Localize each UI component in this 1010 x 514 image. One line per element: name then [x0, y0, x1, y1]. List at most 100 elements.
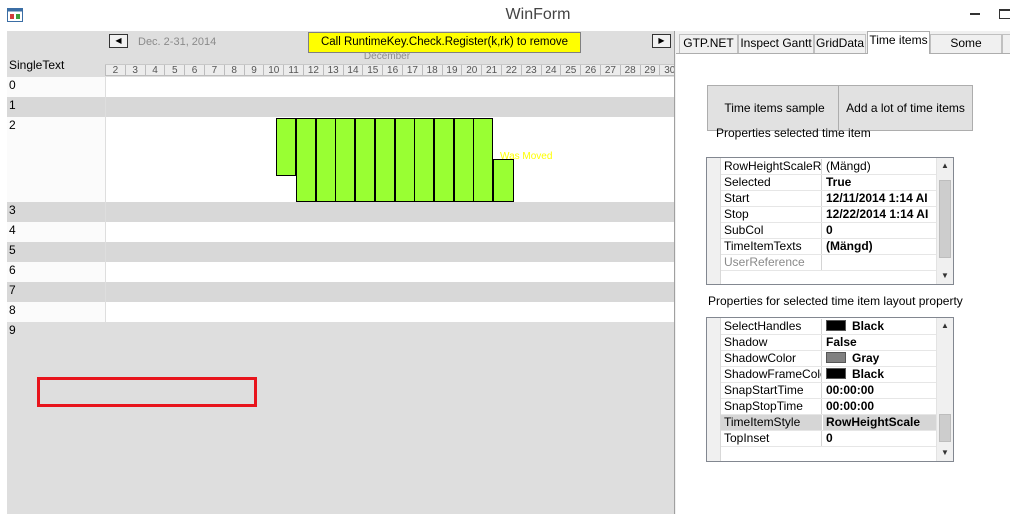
property-row[interactable]: SelectHandles Black [721, 319, 936, 335]
time-item-bar[interactable] [473, 118, 494, 202]
time-item-bar[interactable] [493, 159, 514, 202]
tab-inspect-gantt[interactable]: Inspect Gantt [738, 34, 814, 53]
property-name: ShadowColor [721, 351, 822, 366]
property-value[interactable]: 12/11/2014 1:14 AI [823, 191, 936, 206]
property-name: SnapStopTime [721, 399, 822, 414]
maximize-button[interactable] [995, 0, 1010, 27]
scroll-thumb[interactable] [939, 180, 951, 258]
tab-gtp-net[interactable]: GTP.NET [679, 34, 738, 53]
property-row[interactable]: TimeItemTexts (Mängd) [721, 239, 936, 255]
day-label: 20 [461, 65, 481, 76]
tab-griddata[interactable]: GridData [814, 34, 866, 53]
day-label: 8 [223, 65, 244, 76]
row-track[interactable] [106, 322, 674, 514]
property-name: TimeItemStyle [721, 415, 822, 430]
property-value[interactable]: Black [823, 319, 936, 334]
row-track[interactable] [106, 302, 674, 322]
row-track[interactable] [106, 97, 674, 117]
property-row[interactable]: Selected True [721, 175, 936, 191]
time-item-bar[interactable] [315, 118, 336, 202]
scroll-up-icon[interactable]: ▲ [937, 318, 953, 334]
property-row[interactable]: Stop 12/22/2014 1:14 AI [721, 207, 936, 223]
property-value[interactable]: 12/22/2014 1:14 AI [823, 207, 936, 222]
time-item-bar[interactable] [335, 118, 356, 202]
gantt-row[interactable]: 4 [7, 222, 674, 242]
day-label: 18 [421, 65, 442, 76]
gantt-row[interactable]: 6 [7, 262, 674, 282]
gantt-row[interactable]: 8 [7, 302, 674, 322]
time-item-bar[interactable] [296, 118, 316, 202]
property-value-text: 0 [826, 223, 833, 237]
tab-overflow[interactable] [1002, 34, 1010, 53]
property-value-text: 12/22/2014 1:14 AI [826, 207, 929, 221]
scroll-thumb[interactable] [939, 414, 951, 442]
property-value[interactable]: (Mängd) [823, 159, 936, 174]
property-name: UserReference [721, 255, 822, 270]
time-item-text: Was Moved [500, 151, 553, 162]
property-value[interactable]: Gray [823, 351, 936, 366]
time-item-bar[interactable] [374, 118, 395, 202]
time-item-bar[interactable] [433, 118, 454, 202]
property-row[interactable]: UserReference [721, 255, 936, 271]
property-value[interactable]: 00:00:00 [823, 399, 936, 414]
row-track[interactable] [106, 222, 674, 242]
property-value-text: Gray [852, 351, 880, 365]
gantt-chart[interactable]: ◀ Dec. 2-31, 2014 Call RuntimeKey.Check.… [7, 31, 674, 514]
color-swatch-icon [826, 352, 846, 363]
gantt-row[interactable]: 7 [7, 282, 674, 302]
row-track[interactable] [106, 242, 674, 262]
property-value[interactable] [823, 255, 936, 270]
property-row[interactable]: RowHeightScaleRe (Mängd) [721, 159, 936, 175]
gantt-row[interactable]: 0 [7, 77, 674, 97]
property-row[interactable]: SubCol 0 [721, 223, 936, 239]
tab-some-events[interactable]: Some events [930, 34, 1002, 67]
property-value[interactable]: False [823, 335, 936, 350]
property-row[interactable]: SnapStopTime 00:00:00 [721, 399, 936, 415]
property-row[interactable]: TimeItemStyle RowHeightScale [721, 415, 936, 431]
gantt-row[interactable]: 5 [7, 242, 674, 262]
property-value[interactable]: Black [823, 367, 936, 382]
gantt-row[interactable]: 3 [7, 202, 674, 222]
row-track[interactable] [106, 262, 674, 282]
minimize-button[interactable] [955, 0, 995, 27]
day-label: 11 [283, 65, 303, 76]
time-item-bar[interactable] [453, 118, 474, 202]
time-item-bar[interactable] [414, 118, 435, 202]
property-row[interactable]: Start 12/11/2014 1:14 AI [721, 191, 936, 207]
property-value[interactable]: 00:00:00 [823, 383, 936, 398]
register-banner: Call RuntimeKey.Check.Register(k,rk) to … [308, 32, 581, 53]
property-value[interactable]: True [823, 175, 936, 190]
property-row[interactable]: ShadowColor Gray [721, 351, 936, 367]
time-item-bar[interactable] [276, 118, 296, 176]
time-items-sample-button[interactable]: Time items sample [707, 85, 842, 131]
tab-time-items[interactable]: Time items [867, 31, 930, 54]
arrow-right-icon: ▶ [658, 36, 665, 45]
time-item-bar[interactable] [355, 118, 376, 202]
day-label: 13 [322, 65, 343, 76]
scroll-up-icon[interactable]: ▲ [937, 158, 953, 174]
row-track[interactable] [106, 282, 674, 302]
property-value[interactable]: 0 [823, 223, 936, 238]
property-value[interactable]: RowHeightScale [823, 415, 936, 430]
add-time-items-button[interactable]: Add a lot of time items [838, 85, 973, 131]
property-row[interactable]: ShadowFrameColor Black [721, 367, 936, 383]
property-row[interactable]: SnapStartTime 00:00:00 [721, 383, 936, 399]
property-row[interactable]: TopInset 0 [721, 431, 936, 447]
layout-grid-scrollbar[interactable]: ▲ ▼ [936, 318, 953, 461]
property-name: SubCol [721, 223, 822, 238]
scroll-down-icon[interactable]: ▼ [937, 268, 953, 284]
property-row[interactable]: Shadow False [721, 335, 936, 351]
gantt-row[interactable]: 1 [7, 97, 674, 117]
gantt-row[interactable]: 9 [7, 322, 674, 514]
property-grid-scrollbar[interactable]: ▲ ▼ [936, 158, 953, 284]
scroll-down-icon[interactable]: ▼ [937, 445, 953, 461]
previous-period-button[interactable]: ◀ [109, 34, 128, 48]
property-value[interactable]: (Mängd) [823, 239, 936, 254]
time-item-bar[interactable] [394, 118, 415, 202]
row-track[interactable] [106, 77, 674, 97]
time-item-property-grid[interactable]: RowHeightScaleRe (Mängd) Selected True Start… [706, 157, 954, 285]
layout-property-grid[interactable]: SelectHandles Black Shadow False ShadowColor… [706, 317, 954, 462]
property-value[interactable]: 0 [823, 431, 936, 446]
next-period-button[interactable]: ▶ [652, 34, 671, 48]
row-track[interactable] [106, 202, 674, 222]
